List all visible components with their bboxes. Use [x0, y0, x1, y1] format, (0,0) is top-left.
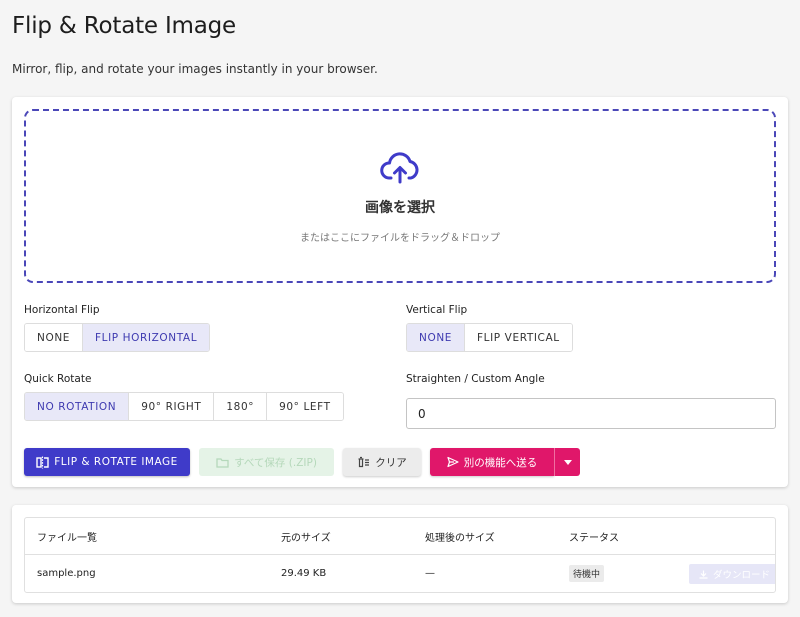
quick-rotate-group: NO ROTATION 90° RIGHT 180° 90° LEFT	[24, 392, 344, 421]
file-table: ファイル一覧 元のサイズ 処理後のサイズ ステータス sample.png 29…	[24, 517, 776, 593]
vertical-flip-none[interactable]: NONE	[407, 324, 466, 351]
custom-angle-input[interactable]	[406, 398, 776, 429]
clear-list-icon	[358, 456, 370, 468]
clear-label: クリア	[375, 456, 407, 469]
header-status: ステータス	[569, 533, 619, 544]
flip-rotate-label: FLIP & ROTATE IMAGE	[54, 456, 178, 468]
quick-rotate-label: Quick Rotate	[24, 373, 92, 385]
rotate-90-right[interactable]: 90° RIGHT	[129, 393, 215, 420]
horizontal-flip-none[interactable]: NONE	[25, 324, 84, 351]
vertical-flip-group: NONE FLIP VERTICAL	[406, 323, 573, 352]
caret-down-icon	[563, 459, 572, 465]
download-icon	[699, 570, 708, 579]
horizontal-flip-group: NONE FLIP HORIZONTAL	[24, 323, 211, 352]
vertical-flip-label: Vertical Flip	[406, 304, 468, 316]
save-all-zip-button[interactable]: すべて保存 (.ZIP)	[199, 448, 334, 476]
file-dropzone[interactable]: 画像を選択 またはここにファイルをドラッグ＆ドロップ	[24, 109, 776, 283]
dropzone-title: 画像を選択	[365, 200, 435, 216]
status-cell: 待機中	[569, 555, 605, 592]
horizontal-flip-label: Horizontal Flip	[24, 304, 100, 316]
folder-icon	[216, 457, 229, 468]
clear-button[interactable]: クリア	[343, 448, 421, 476]
page-subtitle: Mirror, flip, and rotate your images ins…	[12, 62, 378, 76]
rotate-none[interactable]: NO ROTATION	[25, 393, 130, 420]
horizontal-flip-horizontal[interactable]: FLIP HORIZONTAL	[83, 324, 210, 351]
custom-angle-label: Straighten / Custom Angle	[406, 373, 545, 385]
header-file-list: ファイル一覧	[37, 533, 97, 544]
flip-rotate-button[interactable]: FLIP & ROTATE IMAGE	[24, 448, 190, 476]
send-icon	[447, 456, 459, 468]
status-badge: 待機中	[569, 565, 605, 582]
dropzone-hint: またはここにファイルをドラッグ＆ドロップ	[300, 233, 500, 244]
send-to-tool-button[interactable]: 別の機能へ送る	[430, 448, 554, 476]
send-dropdown-button[interactable]	[554, 448, 580, 476]
rotate-90-left[interactable]: 90° LEFT	[267, 393, 343, 420]
download-button[interactable]: ダウンロード	[689, 564, 775, 584]
flip-icon	[36, 456, 49, 468]
file-name: sample.png	[37, 568, 96, 579]
vertical-flip-vertical[interactable]: FLIP VERTICAL	[465, 324, 572, 351]
file-list-panel: ファイル一覧 元のサイズ 処理後のサイズ ステータス sample.png 29…	[12, 505, 788, 603]
table-header: ファイル一覧 元のサイズ 処理後のサイズ ステータス	[25, 518, 775, 555]
download-label: ダウンロード	[713, 570, 771, 581]
processed-size: —	[425, 568, 435, 579]
original-size: 29.49 KB	[281, 568, 327, 579]
cloud-upload-icon	[380, 152, 419, 184]
rotate-180[interactable]: 180°	[214, 393, 268, 420]
send-label: 別の機能へ送る	[463, 456, 538, 469]
save-all-label: すべて保存 (.ZIP)	[234, 456, 317, 469]
page-title: Flip & Rotate Image	[12, 13, 237, 39]
header-processed-size: 処理後のサイズ	[425, 533, 495, 544]
table-row: sample.png 29.49 KB — 待機中 ダウンロード	[25, 555, 775, 592]
flip-rotate-panel: 画像を選択 またはここにファイルをドラッグ＆ドロップ Horizontal Fl…	[12, 97, 788, 487]
header-original-size: 元のサイズ	[281, 533, 331, 544]
